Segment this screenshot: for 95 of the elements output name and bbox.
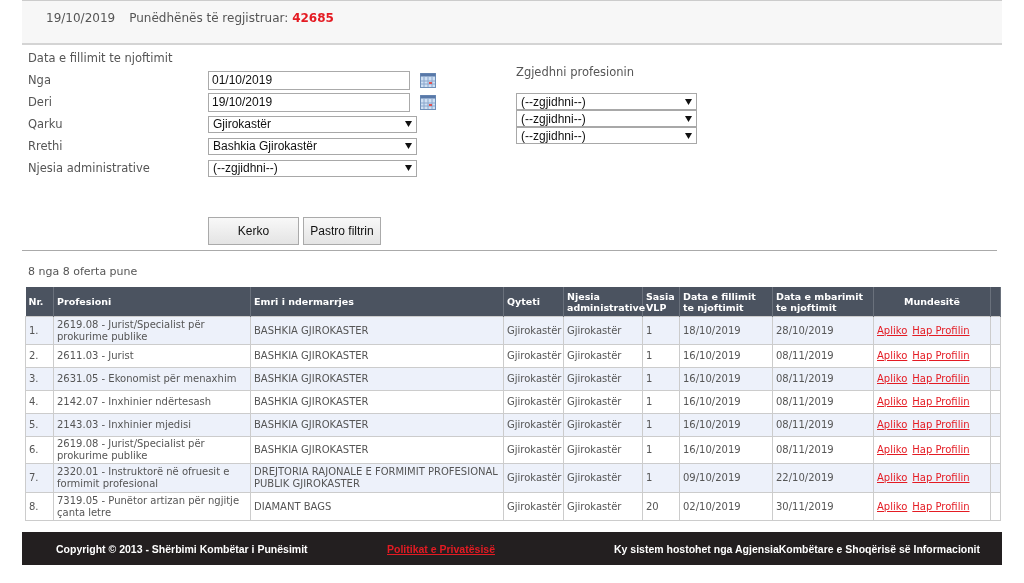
caret-icon [405, 143, 412, 149]
table-cell: 2320.01 - Instruktorë në ofruesit e formimit profesional [53, 463, 251, 493]
open-profile-link[interactable]: Hap Profilin [912, 350, 970, 361]
apply-link[interactable]: Apliko [877, 444, 908, 455]
column-header: Profesioni [53, 287, 251, 317]
table-cell: 2619.08 - Jurist/Specialist për prokurime publike [53, 436, 251, 464]
table-cell: DIAMANT BAGS [250, 492, 504, 521]
table-cell: DREJTORIA RAJONALE E FORMIMIT PROFESIONAL PUBLIK GJIROKASTER [250, 463, 504, 493]
caret-icon [685, 132, 692, 139]
caret-icon [405, 165, 412, 171]
registered-employers-count: Punëdhënës të regjistruar: 42685 [129, 11, 334, 25]
apply-link[interactable]: Apliko [877, 373, 908, 384]
table-cell: 2. [25, 344, 54, 368]
copyright-text: Copyright © 2013 - Shërbimi Kombëtar i Punësimit [56, 542, 309, 555]
field-label: Njesia administrative [28, 161, 151, 175]
open-profile-link[interactable]: Hap Profilin [912, 500, 970, 512]
table-cell: BASHKIA GJIROKASTER [250, 367, 504, 391]
column-header: Emri i ndermarrjes [250, 287, 504, 317]
apply-link[interactable]: Apliko [877, 324, 908, 336]
column-header: Qyteti [503, 287, 564, 317]
dropdown[interactable]: (--zgjidhni--) [208, 159, 417, 177]
table-cell: Gjirokastër [563, 316, 643, 345]
apply-link[interactable]: Apliko [877, 472, 908, 483]
dropdown[interactable]: (--zgjidhni--) [516, 110, 697, 127]
section-title: Data e fillimit te njoftimit [28, 51, 174, 65]
caret-icon [685, 115, 692, 122]
table-cell: Gjirokastër [563, 463, 643, 493]
table-cell: Gjirokastër [563, 436, 643, 464]
apply-link[interactable]: Apliko [877, 396, 908, 407]
calendar-icon[interactable] [420, 72, 436, 88]
table-cell: 2143.03 - Inxhinier mjedisi [53, 413, 251, 437]
table-cell: 22/10/2019 [772, 463, 874, 493]
table-cell: 2631.05 - Ekonomist për menaxhim [53, 367, 251, 391]
dropdown[interactable]: Gjirokastër [208, 115, 417, 133]
caret-icon [405, 121, 412, 127]
table-cell: 18/10/2019 [679, 316, 773, 345]
table-cell: Gjirokastër [503, 316, 564, 345]
open-profile-link[interactable]: Hap Profilin [912, 324, 970, 336]
field-label: Zgjedhni profesionin [516, 65, 636, 79]
table-cell: 28/10/2019 [772, 316, 874, 345]
table-cell: 7319.05 - Punëtor artizan për ngjitje çanta letre [53, 492, 251, 521]
field-label: Rrethi [28, 139, 64, 153]
table-cell: 2142.07 - Inxhinier ndërtesash [53, 390, 251, 414]
caret-icon [685, 98, 692, 105]
current-date: 19/10/2019 [46, 11, 116, 25]
table-cell: BASHKIA GJIROKASTER [250, 436, 504, 464]
table-cell: 2619.08 - Jurist/Specialist për prokurime publike [53, 316, 251, 345]
table-cell: 30/11/2019 [772, 492, 874, 521]
apply-link[interactable]: Apliko [877, 500, 908, 512]
open-profile-link[interactable]: Hap Profilin [912, 373, 970, 384]
open-profile-link[interactable]: Hap Profilin [912, 419, 970, 430]
date-field[interactable]: 19/10/2019 [208, 92, 410, 112]
table-cell: 09/10/2019 [679, 463, 773, 493]
table-cell: 7. [25, 463, 54, 493]
table-cell: 1. [25, 316, 54, 345]
table-cell: Gjirokastër [503, 463, 564, 493]
table-cell: BASHKIA GJIROKASTER [250, 413, 504, 437]
table-cell: Gjirokastër [563, 492, 643, 521]
field-label: Deri [28, 95, 53, 109]
dropdown[interactable]: (--zgjidhni--) [516, 127, 697, 144]
table-cell: 6. [25, 436, 54, 464]
apply-link[interactable]: Apliko [877, 419, 908, 430]
hosting-text: Ky sistem hostohet nga AgjensiaKombëtare e Shoqërisë së Informacionit [614, 542, 981, 555]
field-label: Qarku [28, 117, 64, 131]
table-cell: Gjirokastër [503, 492, 564, 521]
clear-filter-button[interactable]: Pastro filtrin [303, 217, 381, 245]
results-count: 8 nga 8 oferta pune [27, 264, 139, 280]
privacy-policy-link[interactable]: Politikat e Privatësisë [387, 542, 614, 555]
table-cell: 2611.03 - Jurist [53, 344, 251, 368]
open-profile-link[interactable]: Hap Profilin [912, 472, 970, 483]
search-button[interactable]: Kerko [208, 217, 299, 245]
table-cell: 4. [25, 390, 54, 414]
table-cell: BASHKIA GJIROKASTER [250, 390, 504, 414]
column-header: Data e mbarimit te njoftimit [772, 287, 874, 317]
table-cell: 16/10/2019 [679, 436, 773, 464]
apply-link[interactable]: Apliko [877, 350, 908, 361]
column-header: Nr. [25, 287, 54, 317]
table-cell: BASHKIA GJIROKASTER [250, 344, 504, 368]
table-cell: 8. [25, 492, 54, 521]
table-cell: 5. [25, 413, 54, 437]
open-profile-link[interactable]: Hap Profilin [912, 396, 970, 407]
column-header: Njesia administrative [563, 287, 643, 317]
calendar-icon[interactable] [420, 94, 436, 110]
dropdown[interactable]: Bashkia Gjirokastër [208, 137, 417, 155]
table-cell: 08/11/2019 [772, 436, 874, 464]
table-cell: 02/10/2019 [679, 492, 773, 521]
date-field[interactable]: 01/10/2019 [208, 70, 410, 90]
dropdown[interactable]: (--zgjidhni--) [516, 93, 697, 110]
table-cell: 1 [642, 316, 680, 345]
open-profile-link[interactable]: Hap Profilin [912, 444, 970, 455]
table-cell: BASHKIA GJIROKASTER [250, 316, 504, 345]
table-cell: 3. [25, 367, 54, 391]
column-header: Mundesitë [873, 287, 991, 317]
field-label: Nga [28, 73, 52, 87]
column-header: Data e fillimit te njoftimit [679, 287, 773, 317]
